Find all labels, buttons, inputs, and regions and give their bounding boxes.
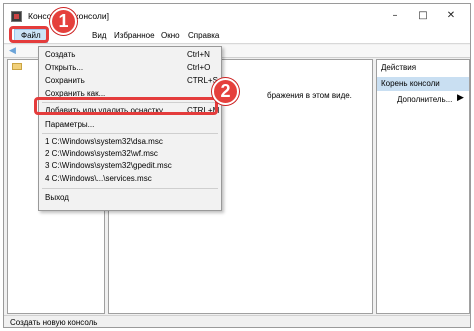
menu-help[interactable]: Справка	[188, 31, 219, 40]
menu-window[interactable]: Окно	[161, 31, 180, 40]
minimize-icon[interactable]: –	[382, 8, 408, 24]
close-icon[interactable]: ✕	[438, 8, 464, 24]
menu-view[interactable]: Вид	[92, 31, 106, 40]
menu-item-open[interactable]: Открыть... Ctrl+O	[44, 62, 218, 74]
menu-item-label: 2 C:\Windows\system32\wf.msc	[45, 149, 158, 158]
step-1-badge: 1	[50, 8, 77, 35]
mmc-window: Консол ень консоли] – □ ✕ Файл Вид Избра…	[3, 3, 471, 328]
actions-pane: Действия Корень консоли Дополнитель... ▶	[376, 59, 470, 314]
actions-header: Действия	[377, 60, 469, 75]
actions-section-console-root[interactable]: Корень консоли	[377, 77, 469, 91]
folder-icon	[12, 63, 22, 70]
menu-item-label: Создать	[45, 50, 76, 59]
menu-item-label: 1 C:\Windows\system32\dsa.msc	[45, 137, 163, 146]
menu-separator	[42, 188, 218, 189]
menu-item-label: Параметры...	[45, 120, 95, 129]
step-2-badge: 2	[212, 78, 239, 105]
menu-item-label: Сохранить	[45, 76, 85, 85]
menu-item-recent-2[interactable]: 2 C:\Windows\system32\wf.msc	[44, 148, 218, 160]
menu-item-new[interactable]: Создать Ctrl+N	[44, 49, 218, 61]
empty-view-text: бражения в этом виде.	[267, 91, 352, 100]
menu-bar: Файл Вид Избранное Окно Справка	[4, 28, 470, 44]
menu-item-save[interactable]: Сохранить CTRL+S	[44, 75, 218, 87]
menu-item-label: Открыть...	[45, 63, 84, 72]
menu-item-options[interactable]: Параметры...	[44, 119, 218, 131]
status-text: Создать новую консоль	[10, 318, 98, 327]
menu-separator	[42, 133, 218, 134]
maximize-icon[interactable]: □	[410, 8, 436, 24]
highlight-add-remove-snapin	[34, 97, 218, 115]
menu-item-label: 3 C:\Windows\system32\gpedit.msc	[45, 161, 172, 170]
console-app-icon	[11, 11, 22, 22]
menu-item-recent-1[interactable]: 1 C:\Windows\system32\dsa.msc	[44, 136, 218, 148]
menu-item-recent-4[interactable]: 4 C:\Windows\...\services.msc	[44, 173, 218, 185]
menu-item-shortcut: Ctrl+O	[187, 63, 211, 72]
menu-item-exit[interactable]: Выход	[44, 192, 218, 204]
chevron-right-icon: ▶	[457, 93, 464, 103]
menu-item-shortcut: Ctrl+N	[187, 50, 210, 59]
highlight-file-menu	[9, 26, 49, 43]
back-arrow-icon[interactable]: ◀	[9, 46, 16, 56]
menu-item-recent-3[interactable]: 3 C:\Windows\system32\gpedit.msc	[44, 160, 218, 172]
menu-item-label: Выход	[45, 193, 69, 202]
menu-item-label: 4 C:\Windows\...\services.msc	[45, 174, 152, 183]
status-bar: Создать новую консоль	[4, 315, 470, 327]
actions-more-link[interactable]: Дополнитель...	[397, 95, 452, 104]
menu-favorites[interactable]: Избранное	[114, 31, 155, 40]
file-menu-dropdown: Создать Ctrl+N Открыть... Ctrl+O Сохрани…	[38, 46, 222, 211]
